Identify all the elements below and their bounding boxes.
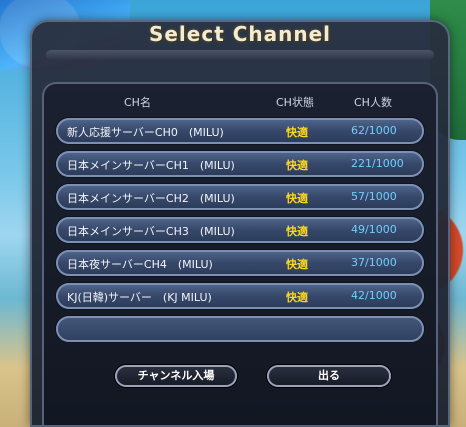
channel-user-count: 62/1000: [351, 124, 397, 137]
channel-row-ch3[interactable]: 日本メインサーバーCH3 (MILU) 快適 49/1000: [56, 217, 424, 243]
channel-row-ch1[interactable]: 日本メインサーバーCH1 (MILU) 快適 221/1000: [56, 151, 424, 177]
channel-user-count: 49/1000: [351, 223, 397, 236]
title-bar-decoration: [46, 50, 434, 60]
enter-channel-button[interactable]: チャンネル入場: [115, 365, 237, 387]
column-header-users: CH人数: [354, 96, 392, 109]
channel-name: 日本夜サーバーCH4 (MILU): [67, 258, 213, 271]
channel-status: 快適: [286, 159, 308, 172]
channel-user-count: 37/1000: [351, 256, 397, 269]
channel-status: 快適: [286, 192, 308, 205]
dialog-title: Select Channel: [148, 22, 332, 46]
channel-user-count: 221/1000: [351, 157, 404, 170]
channel-user-count: 42/1000: [351, 289, 397, 302]
channel-name: 新人応援サーバーCH0 (MILU): [67, 126, 224, 139]
channel-list: CH名 CH状態 CH人数 新人応援サーバーCH0 (MILU) 快適 62/1…: [42, 82, 438, 427]
channel-name: 日本メインサーバーCH2 (MILU): [67, 192, 235, 205]
channel-name: 日本メインサーバーCH3 (MILU): [67, 225, 235, 238]
channel-status: 快適: [286, 126, 308, 139]
column-header-status: CH状態: [276, 96, 314, 109]
channel-row-ch0[interactable]: 新人応援サーバーCH0 (MILU) 快適 62/1000: [56, 118, 424, 144]
channel-name: 日本メインサーバーCH1 (MILU): [67, 159, 235, 172]
channel-row-ch4[interactable]: 日本夜サーバーCH4 (MILU) 快適 37/1000: [56, 250, 424, 276]
exit-button[interactable]: 出る: [267, 365, 391, 387]
channel-status: 快適: [286, 225, 308, 238]
channel-status: 快適: [286, 291, 308, 304]
channel-user-count: 57/1000: [351, 190, 397, 203]
channel-row-kj[interactable]: KJ(日韓)サーバー (KJ MILU) 快適 42/1000: [56, 283, 424, 309]
channel-row-ch2[interactable]: 日本メインサーバーCH2 (MILU) 快適 57/1000: [56, 184, 424, 210]
column-header-name: CH名: [124, 96, 151, 109]
channel-name: KJ(日韓)サーバー (KJ MILU): [67, 291, 212, 304]
select-channel-dialog: Select Channel CH名 CH状態 CH人数 新人応援サーバーCH0…: [30, 20, 450, 427]
channel-status: 快適: [286, 258, 308, 271]
channel-row-empty[interactable]: [56, 316, 424, 342]
